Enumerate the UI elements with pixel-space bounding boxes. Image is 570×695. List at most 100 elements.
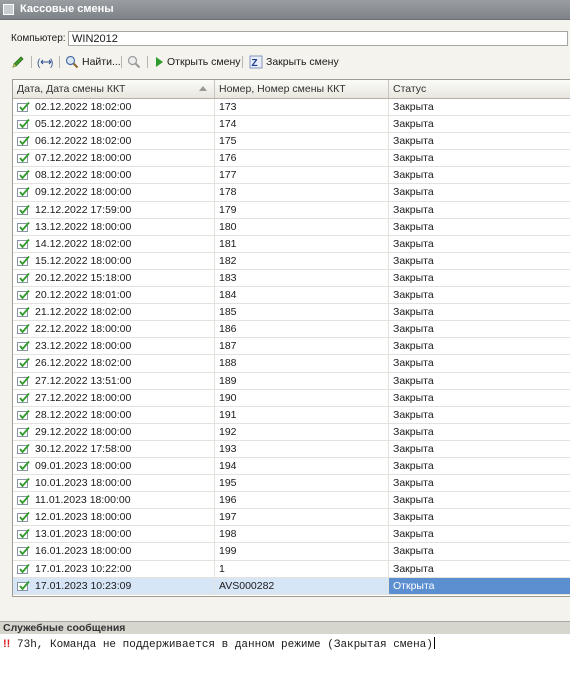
cell-status: Закрыта [389, 561, 570, 577]
window-title: Кассовые смены [20, 3, 114, 15]
cell-number: 196 [215, 492, 389, 509]
table-row[interactable]: 13.12.2022 18:00:00 180 Закрыта [13, 218, 570, 236]
number-text: 188 [219, 357, 237, 370]
number-text: 174 [219, 118, 237, 131]
date-text: 09.01.2023 18:00:00 [35, 459, 132, 472]
link-button[interactable]: () [37, 53, 55, 71]
closed-shift-icon [17, 528, 30, 540]
table-header: Дата, Дата смены ККТ Номер, Номер смены … [13, 80, 570, 99]
table-row[interactable]: 06.12.2022 18:02:00 175 Закрыта [13, 133, 570, 151]
sort-ascending-icon [199, 86, 207, 91]
table-row[interactable]: 20.12.2022 15:18:00 183 Закрыта [13, 269, 570, 288]
computer-field[interactable]: WIN2012 [68, 31, 568, 46]
table-row[interactable]: 23.12.2022 18:00:00 187 Закрыта [13, 338, 570, 356]
cell-status: Открыта [389, 577, 570, 594]
cell-date: 13.01.2023 18:00:00 [13, 526, 215, 543]
window-titlebar: Кассовые смены [0, 0, 570, 20]
table-row[interactable]: 20.12.2022 18:01:00 184 Закрыта [13, 287, 570, 305]
close-shift-button[interactable]: Z Закрыть смену [249, 53, 339, 71]
table-row[interactable]: 05.12.2022 18:00:00 174 Закрыта [13, 116, 570, 134]
cell-number: 191 [215, 406, 389, 423]
table-row[interactable]: 26.12.2022 18:02:00 188 Закрыта [13, 355, 570, 373]
number-text: 195 [219, 477, 237, 490]
cell-date: 05.12.2022 18:00:00 [13, 116, 215, 133]
table-row[interactable]: 17.01.2023 10:23:09 AVS000282 Открыта [13, 577, 570, 595]
edit-icon [11, 55, 25, 69]
toolbar-separator [242, 56, 243, 68]
cell-status: Закрыта [389, 390, 570, 406]
table-row[interactable]: 15.12.2022 18:00:00 182 Закрыта [13, 252, 570, 270]
cell-number: 197 [215, 509, 389, 526]
cell-number: AVS000282 [215, 577, 389, 594]
number-text: 180 [219, 220, 237, 233]
table-row[interactable]: 27.12.2022 13:51:00 189 Закрыта [13, 372, 570, 390]
number-text: 178 [219, 186, 237, 199]
cell-date: 20.12.2022 18:01:00 [13, 287, 215, 304]
cell-status: Закрыта [389, 475, 570, 491]
status-text: Закрыта [393, 459, 434, 472]
cell-status: Закрыта [389, 492, 570, 508]
cell-status: Закрыта [389, 424, 570, 440]
table-row[interactable]: 21.12.2022 18:02:00 185 Закрыта [13, 304, 570, 322]
shifts-table[interactable]: Дата, Дата смены ККТ Номер, Номер смены … [12, 79, 570, 597]
closed-shift-icon [17, 443, 30, 455]
column-header-date[interactable]: Дата, Дата смены ККТ [13, 80, 215, 98]
table-row[interactable]: 10.01.2023 18:00:00 195 Закрыта [13, 475, 570, 493]
table-row[interactable]: 27.12.2022 18:00:00 190 Закрыта [13, 389, 570, 407]
date-text: 05.12.2022 18:00:00 [35, 118, 132, 131]
closed-shift-icon [17, 545, 30, 557]
status-text: Закрыта [393, 152, 434, 165]
message-item[interactable]: !! 73h, Команда не поддерживается в данн… [0, 637, 570, 651]
cell-date: 06.12.2022 18:02:00 [13, 133, 215, 150]
column-header-status[interactable]: Статус [389, 80, 570, 98]
cell-number: 187 [215, 338, 389, 355]
date-text: 27.12.2022 18:00:00 [35, 391, 132, 404]
find-button[interactable]: Найти... [65, 53, 121, 71]
cell-number: 198 [215, 526, 389, 543]
table-row[interactable]: 29.12.2022 18:00:00 192 Закрыта [13, 423, 570, 441]
number-text: 182 [219, 254, 237, 267]
table-row[interactable]: 17.01.2023 10:22:00 1 Закрыта [13, 560, 570, 578]
closed-shift-icon [17, 511, 30, 523]
status-text: Закрыта [393, 391, 434, 404]
table-row[interactable]: 02.12.2022 18:02:00 173 Закрыта [13, 99, 570, 117]
computer-label: Компьютер: [11, 33, 66, 44]
table-row[interactable]: 13.01.2023 18:00:00 198 Закрыта [13, 526, 570, 544]
filter-off-button[interactable] [127, 53, 141, 71]
cell-number: 180 [215, 218, 389, 235]
table-row[interactable]: 16.01.2023 18:00:00 199 Закрыта [13, 543, 570, 561]
table-row[interactable]: 12.12.2022 17:59:00 179 Закрыта [13, 201, 570, 219]
cell-status: Закрыта [389, 458, 570, 474]
table-row[interactable]: 09.12.2022 18:00:00 178 Закрыта [13, 184, 570, 202]
cell-number: 190 [215, 389, 389, 406]
table-row[interactable]: 07.12.2022 18:00:00 176 Закрыта [13, 150, 570, 168]
toolbar-separator [31, 56, 32, 68]
table-row[interactable]: 11.01.2023 18:00:00 196 Закрыта [13, 492, 570, 510]
number-text: 187 [219, 340, 237, 353]
closed-shift-icon [17, 357, 30, 369]
cell-status: Закрыта [389, 133, 570, 149]
cell-date: 09.01.2023 18:00:00 [13, 457, 215, 475]
table-row[interactable]: 09.01.2023 18:00:00 194 Закрыта [13, 457, 570, 476]
status-text: Закрыта [393, 101, 434, 113]
status-text: Закрыта [393, 477, 434, 490]
table-row[interactable]: 28.12.2022 18:00:00 191 Закрыта [13, 406, 570, 424]
cell-status: Закрыта [389, 236, 570, 252]
closed-shift-icon [17, 426, 30, 438]
number-text: 184 [219, 289, 237, 302]
edit-button[interactable] [11, 53, 25, 71]
table-row[interactable]: 30.12.2022 17:58:00 193 Закрыта [13, 440, 570, 458]
cell-date: 30.12.2022 17:58:00 [13, 440, 215, 457]
cell-number: 189 [215, 372, 389, 389]
cell-number: 182 [215, 252, 389, 269]
table-row[interactable]: 08.12.2022 18:00:00 177 Закрыта [13, 167, 570, 185]
date-text: 09.12.2022 18:00:00 [35, 186, 132, 199]
column-header-number[interactable]: Номер, Номер смены ККТ [215, 80, 389, 98]
table-row[interactable]: 14.12.2022 18:02:00 181 Закрыта [13, 235, 570, 253]
date-text: 14.12.2022 18:02:00 [35, 237, 132, 250]
date-text: 27.12.2022 13:51:00 [35, 374, 132, 387]
open-shift-button[interactable]: Открыть смену [154, 53, 241, 71]
table-row[interactable]: 22.12.2022 18:00:00 186 Закрыта [13, 321, 570, 339]
number-text: 192 [219, 425, 237, 438]
table-row[interactable]: 12.01.2023 18:00:00 197 Закрыта [13, 509, 570, 527]
